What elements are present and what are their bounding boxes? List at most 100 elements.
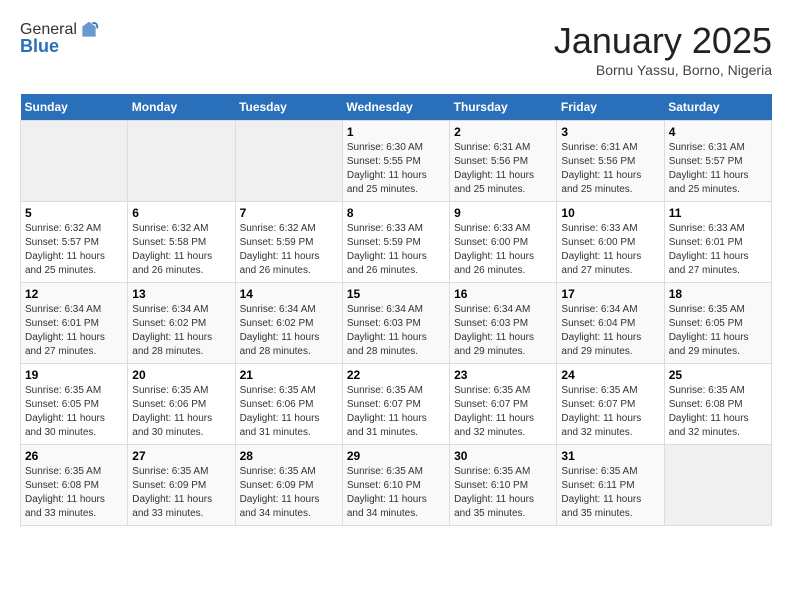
calendar-cell: 5 Sunrise: 6:32 AM Sunset: 5:57 PM Daylig… — [21, 202, 128, 283]
day-number: 22 — [347, 368, 445, 382]
weekday-header-monday: Monday — [128, 94, 235, 121]
day-number: 4 — [669, 125, 767, 139]
calendar-cell: 1 Sunrise: 6:30 AM Sunset: 5:55 PM Daylig… — [342, 121, 449, 202]
calendar-cell — [128, 121, 235, 202]
calendar-cell: 28Sunrise: 6:35 AM Sunset: 6:09 PM Dayli… — [235, 445, 342, 526]
day-info: Sunrise: 6:34 AM Sunset: 6:02 PM Dayligh… — [240, 303, 338, 359]
day-info: Sunrise: 6:33 AM Sunset: 5:59 PM Dayligh… — [347, 222, 445, 278]
day-number: 18 — [669, 287, 767, 301]
day-info: Sunrise: 6:35 AM Sunset: 6:05 PM Dayligh… — [25, 384, 123, 440]
day-info: Sunrise: 6:33 AM Sunset: 6:00 PM Dayligh… — [454, 222, 552, 278]
calendar-week-3: 12Sunrise: 6:34 AM Sunset: 6:01 PM Dayli… — [21, 283, 772, 364]
calendar-cell: 13 Sunrise: 6:34 AM Sunset: 6:02 PM Dayli… — [128, 283, 235, 364]
calendar-week-2: 5 Sunrise: 6:32 AM Sunset: 5:57 PM Daylig… — [21, 202, 772, 283]
calendar-cell: 22 Sunrise: 6:35 AM Sunset: 6:07 PM Dayli… — [342, 364, 449, 445]
day-number: 24 — [561, 368, 659, 382]
location: Bornu Yassu, Borno, Nigeria — [554, 62, 772, 78]
day-number: 10 — [561, 206, 659, 220]
day-number: 27 — [132, 449, 230, 463]
day-number: 15 — [347, 287, 445, 301]
day-number: 26 — [25, 449, 123, 463]
calendar-cell: 8 Sunrise: 6:33 AM Sunset: 5:59 PM Daylig… — [342, 202, 449, 283]
day-info: Sunrise: 6:35 AM Sunset: 6:08 PM Dayligh… — [25, 465, 123, 521]
day-number: 8 — [347, 206, 445, 220]
day-number: 13 — [132, 287, 230, 301]
weekday-header-thursday: Thursday — [450, 94, 557, 121]
calendar-cell: 6 Sunrise: 6:32 AM Sunset: 5:58 PM Daylig… — [128, 202, 235, 283]
weekday-header-tuesday: Tuesday — [235, 94, 342, 121]
day-number: 12 — [25, 287, 123, 301]
day-info: Sunrise: 6:34 AM Sunset: 6:03 PM Dayligh… — [454, 303, 552, 359]
calendar-cell: 7 Sunrise: 6:32 AM Sunset: 5:59 PM Daylig… — [235, 202, 342, 283]
day-info: Sunrise: 6:34 AM Sunset: 6:04 PM Dayligh… — [561, 303, 659, 359]
day-number: 5 — [25, 206, 123, 220]
calendar-cell: 18Sunrise: 6:35 AM Sunset: 6:05 PM Dayli… — [664, 283, 771, 364]
day-number: 1 — [347, 125, 445, 139]
day-number: 11 — [669, 206, 767, 220]
calendar-week-5: 26 Sunrise: 6:35 AM Sunset: 6:08 PM Dayli… — [21, 445, 772, 526]
calendar-header: SundayMondayTuesdayWednesdayThursdayFrid… — [21, 94, 772, 121]
calendar-cell: 11 Sunrise: 6:33 AM Sunset: 6:01 PM Dayli… — [664, 202, 771, 283]
calendar-cell: 17 Sunrise: 6:34 AM Sunset: 6:04 PM Dayli… — [557, 283, 664, 364]
calendar-cell: 31 Sunrise: 6:35 AM Sunset: 6:11 PM Dayli… — [557, 445, 664, 526]
calendar-cell: 19 Sunrise: 6:35 AM Sunset: 6:05 PM Dayli… — [21, 364, 128, 445]
day-number: 2 — [454, 125, 552, 139]
calendar-cell — [664, 445, 771, 526]
day-number: 19 — [25, 368, 123, 382]
day-info: Sunrise: 6:30 AM Sunset: 5:55 PM Dayligh… — [347, 141, 445, 197]
day-info: Sunrise: 6:33 AM Sunset: 6:01 PM Dayligh… — [669, 222, 767, 278]
day-info: Sunrise: 6:31 AM Sunset: 5:56 PM Dayligh… — [561, 141, 659, 197]
day-number: 17 — [561, 287, 659, 301]
day-info: Sunrise: 6:31 AM Sunset: 5:57 PM Dayligh… — [669, 141, 767, 197]
calendar-week-4: 19 Sunrise: 6:35 AM Sunset: 6:05 PM Dayli… — [21, 364, 772, 445]
calendar-cell: 2 Sunrise: 6:31 AM Sunset: 5:56 PM Daylig… — [450, 121, 557, 202]
weekday-header-saturday: Saturday — [664, 94, 771, 121]
day-info: Sunrise: 6:35 AM Sunset: 6:10 PM Dayligh… — [454, 465, 552, 521]
title-block: January 2025 Bornu Yassu, Borno, Nigeria — [554, 20, 772, 78]
day-number: 7 — [240, 206, 338, 220]
day-number: 14 — [240, 287, 338, 301]
day-info: Sunrise: 6:35 AM Sunset: 6:11 PM Dayligh… — [561, 465, 659, 521]
day-number: 29 — [347, 449, 445, 463]
calendar-cell: 10 Sunrise: 6:33 AM Sunset: 6:00 PM Dayli… — [557, 202, 664, 283]
day-info: Sunrise: 6:32 AM Sunset: 5:58 PM Dayligh… — [132, 222, 230, 278]
calendar-cell: 12Sunrise: 6:34 AM Sunset: 6:01 PM Dayli… — [21, 283, 128, 364]
day-info: Sunrise: 6:32 AM Sunset: 5:57 PM Dayligh… — [25, 222, 123, 278]
day-number: 6 — [132, 206, 230, 220]
day-number: 16 — [454, 287, 552, 301]
calendar-cell: 27Sunrise: 6:35 AM Sunset: 6:09 PM Dayli… — [128, 445, 235, 526]
day-info: Sunrise: 6:35 AM Sunset: 6:10 PM Dayligh… — [347, 465, 445, 521]
day-info: Sunrise: 6:34 AM Sunset: 6:02 PM Dayligh… — [132, 303, 230, 359]
day-info: Sunrise: 6:35 AM Sunset: 6:07 PM Dayligh… — [347, 384, 445, 440]
calendar-week-1: 1 Sunrise: 6:30 AM Sunset: 5:55 PM Daylig… — [21, 121, 772, 202]
calendar-cell: 25 Sunrise: 6:35 AM Sunset: 6:08 PM Dayli… — [664, 364, 771, 445]
calendar-cell: 29 Sunrise: 6:35 AM Sunset: 6:10 PM Dayli… — [342, 445, 449, 526]
day-info: Sunrise: 6:35 AM Sunset: 6:06 PM Dayligh… — [240, 384, 338, 440]
weekday-header-sunday: Sunday — [21, 94, 128, 121]
day-number: 3 — [561, 125, 659, 139]
calendar-cell: 30 Sunrise: 6:35 AM Sunset: 6:10 PM Dayli… — [450, 445, 557, 526]
day-info: Sunrise: 6:35 AM Sunset: 6:07 PM Dayligh… — [561, 384, 659, 440]
page-header: General Blue January 2025 Bornu Yassu, B… — [20, 20, 772, 78]
day-number: 25 — [669, 368, 767, 382]
day-info: Sunrise: 6:31 AM Sunset: 5:56 PM Dayligh… — [454, 141, 552, 197]
calendar-cell: 4 Sunrise: 6:31 AM Sunset: 5:57 PM Daylig… — [664, 121, 771, 202]
day-info: Sunrise: 6:35 AM Sunset: 6:06 PM Dayligh… — [132, 384, 230, 440]
calendar-cell: 26 Sunrise: 6:35 AM Sunset: 6:08 PM Dayli… — [21, 445, 128, 526]
day-number: 31 — [561, 449, 659, 463]
day-info: Sunrise: 6:35 AM Sunset: 6:07 PM Dayligh… — [454, 384, 552, 440]
weekday-header-friday: Friday — [557, 94, 664, 121]
day-number: 9 — [454, 206, 552, 220]
day-number: 21 — [240, 368, 338, 382]
month-title: January 2025 — [554, 20, 772, 62]
calendar-cell: 14 Sunrise: 6:34 AM Sunset: 6:02 PM Dayli… — [235, 283, 342, 364]
calendar-cell: 20 Sunrise: 6:35 AM Sunset: 6:06 PM Dayli… — [128, 364, 235, 445]
day-info: Sunrise: 6:33 AM Sunset: 6:00 PM Dayligh… — [561, 222, 659, 278]
logo: General Blue — [20, 20, 99, 57]
day-info: Sunrise: 6:35 AM Sunset: 6:08 PM Dayligh… — [669, 384, 767, 440]
day-info: Sunrise: 6:32 AM Sunset: 5:59 PM Dayligh… — [240, 222, 338, 278]
day-number: 30 — [454, 449, 552, 463]
weekday-header-wednesday: Wednesday — [342, 94, 449, 121]
calendar-table: SundayMondayTuesdayWednesdayThursdayFrid… — [20, 94, 772, 526]
day-number: 20 — [132, 368, 230, 382]
